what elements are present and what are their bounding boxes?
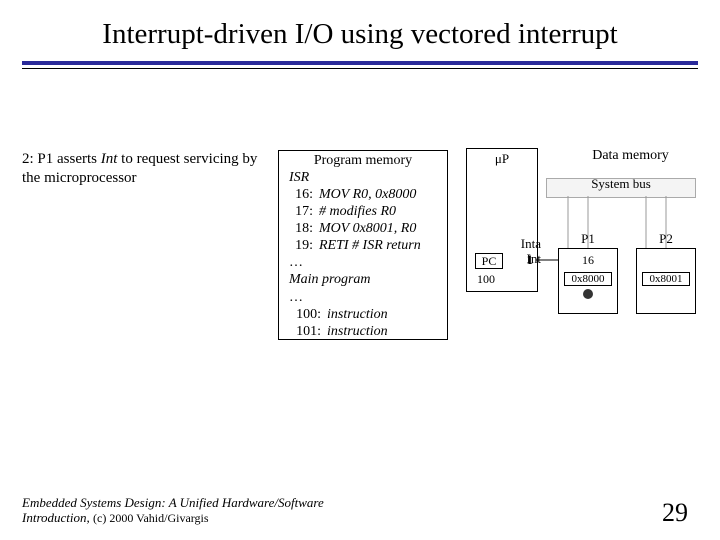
pc-value: 100 [477, 272, 495, 287]
step-int: Int [101, 151, 118, 167]
title-divider [22, 61, 698, 69]
p1-isr-vector: 16 [559, 253, 617, 268]
copyright: (c) 2000 Vahid/Givargis [93, 511, 209, 525]
p2-address: 0x8001 [642, 272, 690, 286]
p1-label: P1 [559, 231, 617, 247]
program-memory-header: Program memory [279, 151, 447, 169]
int-value-one: 1 [527, 252, 534, 268]
step-description: 2: P1 asserts Int to request servicing b… [22, 150, 260, 188]
pc-register: PC [475, 253, 503, 269]
p1-address: 0x8000 [564, 272, 612, 286]
program-memory-box: Program memory ISR 16:MOV R0, 0x8000 17:… [278, 150, 448, 340]
step-prefix: 2: P1 asserts [22, 151, 101, 167]
page-number: 29 [662, 498, 688, 528]
system-bus-label: System bus [591, 176, 651, 192]
inta-signal: Inta [521, 237, 541, 252]
p2-label: P2 [637, 231, 695, 247]
mup-label: μP [467, 149, 537, 167]
page-title: Interrupt-driven I/O using vectored inte… [0, 0, 720, 57]
main-label: Main program [289, 271, 441, 288]
data-memory-label: Data memory [563, 148, 698, 166]
isr-code: ISR 16:MOV R0, 0x8000 17:# modifies R0 1… [279, 169, 447, 340]
peripheral-p2: P2 0x8001 [636, 248, 696, 314]
microprocessor-box: μP Inta Int PC 1 100 [466, 148, 538, 292]
peripheral-p1: P1 16 0x8000 [558, 248, 618, 314]
footer-citation: Embedded Systems Design: A Unified Hardw… [22, 495, 362, 526]
system-bus: System bus [546, 178, 696, 198]
isr-label: ISR [289, 169, 441, 186]
p1-data-dot [583, 289, 593, 299]
